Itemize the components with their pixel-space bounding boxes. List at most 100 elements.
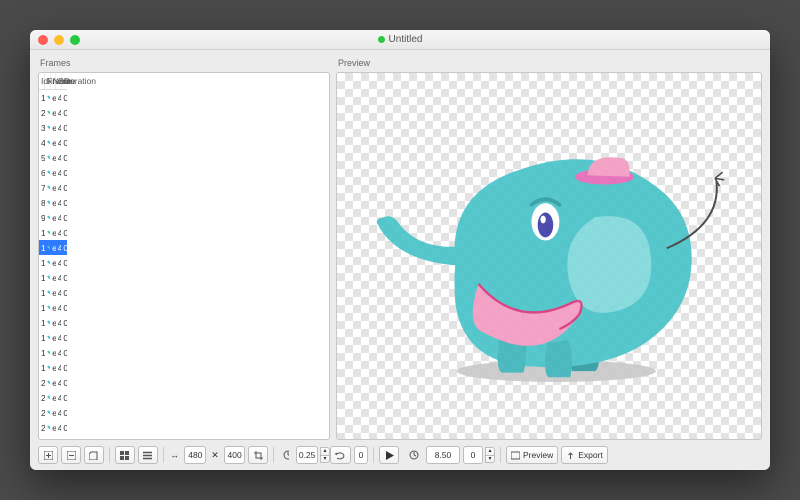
cell-duration: 0.25 [61, 105, 67, 120]
cell-thumb [45, 315, 51, 330]
cell-duration: 0.25 [61, 270, 67, 285]
minimize-button[interactable] [54, 35, 64, 45]
cell-duration: 0.25 [61, 195, 67, 210]
grid-view-button[interactable] [115, 446, 135, 464]
table-row[interactable]: 21elephant-21480x400 px0.25 [39, 390, 67, 405]
cell-duration: 0.25 [61, 90, 67, 105]
preview-icon [511, 451, 520, 460]
table-row[interactable]: 2elephant-02480x400 px0.25 [39, 105, 67, 120]
table-row[interactable]: 7elephant-07480x400 px0.25 [39, 180, 67, 195]
preview-panel-label: Preview [336, 56, 762, 72]
import-button[interactable] [84, 446, 104, 464]
cell-duration: 0.25 [61, 225, 67, 240]
cell-duration: 0.25 [61, 120, 67, 135]
repeat-input[interactable]: 0 [463, 446, 483, 464]
cell-thumb [45, 405, 51, 420]
cell-duration: 0.25 [61, 315, 67, 330]
list-view-button[interactable] [138, 446, 158, 464]
table-row[interactable]: 20elephant-20480x400 px0.25 [39, 375, 67, 390]
table-row[interactable]: 8elephant-08480x400 px0.25 [39, 195, 67, 210]
total-time: 8.50 [426, 446, 460, 464]
cell-thumb [45, 285, 51, 300]
cell-duration: 0.25 [61, 285, 67, 300]
cell-duration: 0.25 [61, 390, 67, 405]
table-row[interactable]: 14elephant-14480x400 px0.25 [39, 285, 67, 300]
loop-count-input[interactable]: 0 [354, 446, 368, 464]
cell-thumb [45, 435, 51, 439]
cell-duration: 0.25 [61, 135, 67, 150]
window-title: Untitled [30, 34, 770, 45]
table-row[interactable]: 1elephant-01480x400 px0.25 [39, 90, 67, 105]
separator [109, 447, 110, 463]
export-button-label: Export [578, 450, 603, 460]
table-row[interactable]: 23elephant-23480x400 px0.25 [39, 420, 67, 435]
cell-duration: 0.25 [61, 300, 67, 315]
document-status-icon [378, 36, 385, 43]
height-input[interactable]: 400 [224, 446, 246, 464]
table-row[interactable]: 10elephant-10480x400 px0.25 [39, 225, 67, 240]
table-row[interactable]: 12elephant-12480x400 px0.25 [39, 255, 67, 270]
crop-button[interactable] [248, 446, 268, 464]
table-row[interactable]: 18elephant-18480x400 px0.25 [39, 345, 67, 360]
cell-duration: 0.25 [61, 255, 67, 270]
cell-thumb [45, 210, 51, 225]
cell-thumb [45, 270, 51, 285]
cell-duration: 0.25 [61, 420, 67, 435]
window-title-text: Untitled [389, 34, 423, 45]
cell-duration: 0.25 [61, 240, 67, 255]
dimension-x: ✕ [209, 450, 221, 461]
cell-thumb [45, 90, 51, 105]
cell-thumb [45, 345, 51, 360]
table-row[interactable]: 11elephant-11480x400 px0.25 [39, 240, 67, 255]
separator [500, 447, 501, 463]
add-frame-button[interactable] [38, 446, 58, 464]
cell-thumb [45, 120, 51, 135]
table-row[interactable]: 15elephant-15480x400 px0.25 [39, 300, 67, 315]
table-row[interactable]: 22elephant-22480x400 px0.25 [39, 405, 67, 420]
table-row[interactable]: 19elephant-19480x400 px0.25 [39, 360, 67, 375]
table-row[interactable]: 13elephant-13480x400 px0.25 [39, 270, 67, 285]
cell-thumb [45, 255, 51, 270]
table-row[interactable]: 9elephant-09480x400 px0.25 [39, 210, 67, 225]
table-row[interactable]: 4elephant-04480x400 px0.25 [39, 135, 67, 150]
cell-thumb [45, 180, 51, 195]
cell-thumb [45, 360, 51, 375]
cell-thumb [45, 150, 51, 165]
table-row[interactable]: 5elephant-05480x400 px0.25 [39, 150, 67, 165]
remove-frame-button[interactable] [61, 446, 81, 464]
table-row[interactable]: 24elephant-24480x400 px0.25 [39, 435, 67, 439]
width-input[interactable]: 480 [184, 446, 206, 464]
time-icon [405, 446, 423, 464]
table-row[interactable]: 16elephant-16480x400 px0.25 [39, 315, 67, 330]
cell-duration: 0.25 [61, 405, 67, 420]
cell-duration: 0.25 [61, 345, 67, 360]
separator [373, 447, 374, 463]
loop-button[interactable] [330, 446, 351, 464]
export-icon [566, 451, 575, 460]
cell-thumb [45, 225, 51, 240]
separator [163, 447, 164, 463]
table-row[interactable]: 6elephant-06480x400 px0.25 [39, 165, 67, 180]
cell-thumb [45, 135, 51, 150]
preview-button[interactable]: Preview [506, 446, 558, 464]
play-button[interactable] [379, 446, 399, 464]
frames-panel-label: Frames [38, 56, 330, 72]
table-row[interactable]: 17elephant-17480x400 px0.25 [39, 330, 67, 345]
cell-duration: 0.25 [61, 210, 67, 225]
app-window: Untitled Frames Idx Frame Name Size Dura… [30, 30, 770, 470]
duration-stepper[interactable]: ▴▾ [320, 447, 330, 463]
cell-duration: 0.25 [61, 375, 67, 390]
table-row[interactable]: 3elephant-03480x400 px0.25 [39, 120, 67, 135]
cell-duration: 0.25 [61, 435, 67, 439]
cell-duration: 0.25 [61, 360, 67, 375]
maximize-button[interactable] [70, 35, 80, 45]
repeat-stepper[interactable]: ▴▾ [485, 447, 495, 463]
cell-thumb [45, 240, 51, 255]
cell-thumb [45, 375, 51, 390]
cell-duration: 0.25 [61, 165, 67, 180]
duration-input[interactable]: 0.25 [296, 446, 318, 464]
close-button[interactable] [38, 35, 48, 45]
cell-thumb [45, 105, 51, 120]
duration-icon [279, 446, 293, 464]
export-button[interactable]: Export [561, 446, 608, 464]
